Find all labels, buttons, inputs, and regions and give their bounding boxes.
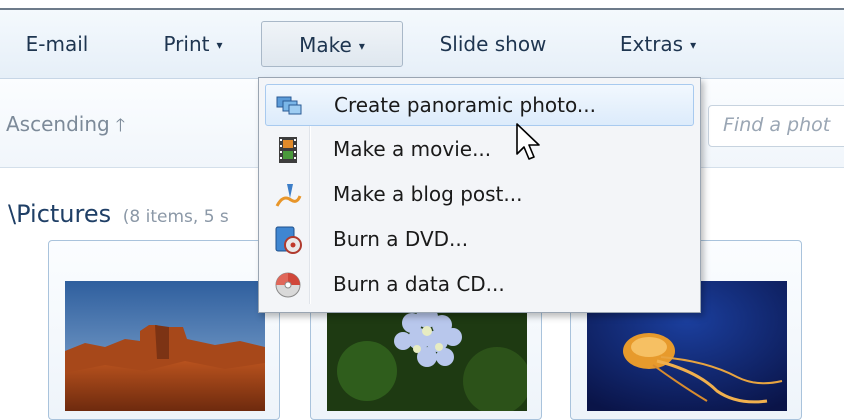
extras-menu-button[interactable]: Extras ▾ <box>600 21 716 67</box>
menu-item-label: Burn a DVD... <box>333 227 469 251</box>
menu-item-label: Make a blog post... <box>333 182 523 206</box>
mouse-cursor-icon <box>515 122 543 164</box>
print-menu-button[interactable]: Print ▾ <box>148 21 238 67</box>
film-icon <box>273 135 303 165</box>
search-box[interactable] <box>708 105 844 147</box>
menu-item-label: Create panoramic photo... <box>334 93 596 117</box>
extras-label: Extras <box>619 32 684 56</box>
panorama-icon <box>274 91 304 121</box>
window-top-edge <box>0 0 844 10</box>
chevron-down-icon: ▾ <box>690 38 697 52</box>
folder-title: \Pictures (8 items, 5 s <box>8 200 229 228</box>
menu-item-create-panoramic-photo[interactable]: Create panoramic photo... <box>265 84 694 126</box>
blog-pen-icon <box>273 180 303 210</box>
chevron-down-icon: ▾ <box>216 38 223 52</box>
menu-item-make-blog-post[interactable]: Make a blog post... <box>265 174 694 216</box>
cd-burn-icon <box>273 270 303 300</box>
slideshow-button[interactable]: Slide show <box>424 21 562 67</box>
search-input[interactable] <box>723 114 844 136</box>
email-button[interactable]: E-mail <box>12 21 102 67</box>
make-label: Make <box>299 33 352 57</box>
folder-item-count: (8 items, 5 s <box>122 207 229 227</box>
chevron-down-icon: ▾ <box>358 39 365 53</box>
make-dropdown-menu: Create panoramic photo... Make a movie..… <box>258 77 701 313</box>
arrow-up-icon: 🡑 <box>115 115 126 136</box>
menu-item-label: Make a movie... <box>333 137 492 161</box>
slideshow-label: Slide show <box>439 32 547 56</box>
email-label: E-mail <box>25 32 89 56</box>
make-menu-button[interactable]: Make ▾ <box>261 21 403 67</box>
print-label: Print <box>163 32 210 56</box>
desert-photo <box>65 281 265 411</box>
sort-order-label: Ascending <box>6 112 110 136</box>
menu-item-burn-dvd[interactable]: Burn a DVD... <box>265 219 694 261</box>
folder-path: \Pictures <box>8 200 112 228</box>
menu-item-burn-data-cd[interactable]: Burn a data CD... <box>265 264 694 306</box>
dvd-burn-icon <box>273 225 303 255</box>
sort-order-button[interactable]: Ascending 🡑 <box>6 112 125 143</box>
menu-item-make-movie[interactable]: Make a movie... <box>265 129 694 171</box>
command-toolbar: E-mail Print ▾ Make ▾ Slide show Extras ▾ <box>0 10 844 79</box>
thumbnail-item[interactable] <box>48 240 280 420</box>
menu-item-label: Burn a data CD... <box>333 272 505 296</box>
